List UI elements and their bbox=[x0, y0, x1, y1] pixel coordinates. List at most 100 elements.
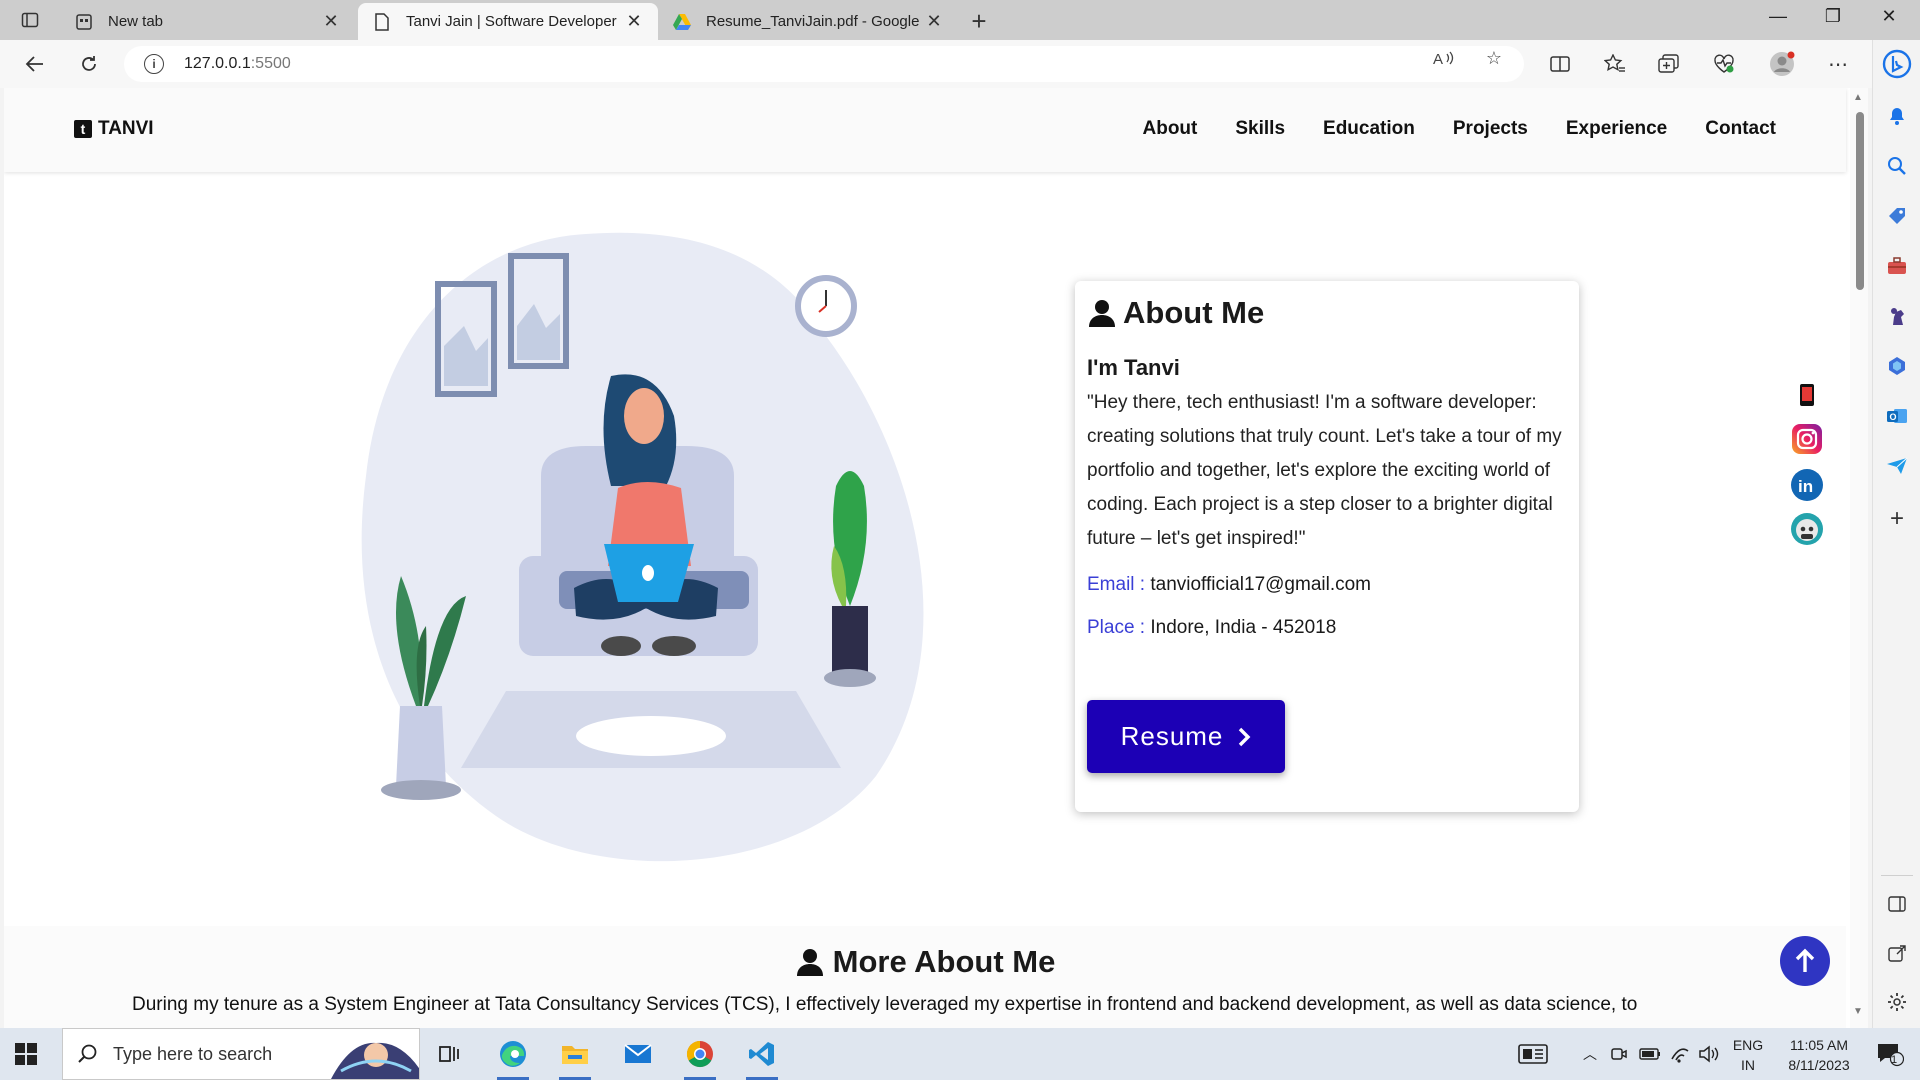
mobile-icon[interactable] bbox=[1790, 378, 1824, 412]
send-drop-icon[interactable] bbox=[1885, 454, 1909, 478]
settings-more-icon[interactable]: ⋯ bbox=[1823, 50, 1853, 78]
back-button[interactable] bbox=[20, 50, 50, 78]
more-about-text: During my tenure as a System Engineer at… bbox=[132, 994, 1638, 1015]
about-heading: About Me bbox=[1087, 295, 1567, 331]
games-icon[interactable] bbox=[1885, 304, 1909, 328]
tab-new-tab[interactable]: New tab ✕ bbox=[60, 3, 355, 40]
language-code: ENG bbox=[1732, 1037, 1764, 1053]
resume-button[interactable]: Resume bbox=[1087, 700, 1285, 773]
maximize-button[interactable]: ❐ bbox=[1810, 6, 1856, 27]
nav-link-about[interactable]: About bbox=[1143, 118, 1198, 140]
github-icon[interactable] bbox=[1790, 512, 1824, 546]
site-info-icon[interactable]: i bbox=[144, 54, 164, 74]
battery-icon[interactable] bbox=[1638, 1028, 1662, 1080]
resume-button-label: Resume bbox=[1120, 721, 1224, 751]
url-port: :5500 bbox=[250, 55, 291, 72]
windows-start-button[interactable] bbox=[14, 1042, 38, 1066]
site-header: t TANVI About Skills Education Projects … bbox=[4, 88, 1846, 172]
region-code: IN bbox=[1741, 1057, 1755, 1073]
close-icon[interactable]: ✕ bbox=[321, 11, 341, 32]
scroll-up-arrow-icon[interactable]: ▲ bbox=[1853, 92, 1863, 103]
page-scrollbar[interactable]: ▲ ▼ bbox=[1850, 88, 1868, 1028]
browser-essentials-icon[interactable] bbox=[1709, 50, 1739, 78]
instagram-icon[interactable] bbox=[1790, 422, 1824, 456]
about-me-card: About Me I'm Tanvi "Hey there, tech enth… bbox=[1075, 281, 1579, 812]
add-sidebar-item-icon[interactable]: + bbox=[1885, 505, 1909, 532]
bing-copilot-icon[interactable] bbox=[1881, 48, 1913, 80]
close-icon[interactable]: ✕ bbox=[924, 11, 944, 32]
scrollbar-thumb[interactable] bbox=[1856, 112, 1864, 290]
microsoft-365-icon[interactable] bbox=[1885, 354, 1909, 378]
favorites-icon[interactable] bbox=[1600, 50, 1630, 78]
wifi-icon[interactable] bbox=[1668, 1028, 1692, 1080]
tools-briefcase-icon[interactable] bbox=[1885, 254, 1909, 278]
close-icon[interactable]: ✕ bbox=[624, 11, 644, 32]
meet-now-icon[interactable] bbox=[1608, 1028, 1630, 1080]
shopping-tag-icon[interactable] bbox=[1885, 204, 1909, 228]
nav-link-skills[interactable]: Skills bbox=[1235, 118, 1285, 140]
browser-toolbar: i 127.0.0.1:5500 A ☆ ⋯ bbox=[0, 40, 1920, 88]
read-aloud-icon[interactable]: A bbox=[1430, 46, 1458, 70]
chrome-icon[interactable] bbox=[680, 1036, 720, 1080]
tab-actions-icon bbox=[21, 12, 39, 28]
outlook-icon[interactable]: O bbox=[1885, 404, 1909, 428]
search-highlight-image bbox=[331, 1031, 419, 1079]
tab-resume-pdf[interactable]: Resume_TanviJain.pdf - Google D ✕ bbox=[658, 3, 958, 40]
vscode-icon[interactable] bbox=[742, 1036, 782, 1080]
sidebar-divider bbox=[1881, 875, 1913, 876]
task-view-icon[interactable] bbox=[430, 1036, 470, 1072]
nav-link-contact[interactable]: Contact bbox=[1705, 118, 1776, 140]
tab-actions-button[interactable] bbox=[16, 8, 44, 32]
tab-portfolio[interactable]: Tanvi Jain | Software Developer ✕ bbox=[358, 3, 658, 40]
clock[interactable]: 11:05 AM 8/11/2023 bbox=[1774, 1035, 1864, 1075]
search-icon[interactable] bbox=[1885, 154, 1909, 178]
tab-title: Resume_TanviJain.pdf - Google D bbox=[706, 13, 924, 30]
language-indicator[interactable]: ENG IN bbox=[1726, 1035, 1770, 1075]
notification-center-button[interactable]: 1 bbox=[1870, 1028, 1910, 1080]
new-tab-button[interactable]: + bbox=[965, 6, 993, 37]
notification-count: 1 bbox=[1891, 1054, 1898, 1066]
more-about-section: More About Me During my tenure as a Syst… bbox=[4, 926, 1846, 1028]
about-heading-text: About Me bbox=[1123, 295, 1265, 330]
linkedin-icon[interactable]: in bbox=[1790, 468, 1824, 502]
address-bar[interactable]: i 127.0.0.1:5500 bbox=[124, 46, 1524, 82]
volume-icon[interactable] bbox=[1697, 1028, 1721, 1080]
news-widget-icon[interactable] bbox=[1516, 1028, 1550, 1080]
scroll-to-top-button[interactable] bbox=[1780, 936, 1830, 986]
taskbar-search-box[interactable]: Type here to search bbox=[62, 1028, 420, 1080]
nav-link-education[interactable]: Education bbox=[1323, 118, 1415, 140]
scroll-down-arrow-icon[interactable]: ▼ bbox=[1853, 1006, 1863, 1017]
file-explorer-icon[interactable] bbox=[555, 1036, 595, 1080]
place-row: Place : Indore, India - 452018 bbox=[1087, 617, 1567, 639]
collections-icon[interactable] bbox=[1654, 50, 1684, 78]
user-icon bbox=[796, 949, 823, 976]
chevron-up-icon[interactable]: ︿ bbox=[1580, 1028, 1600, 1080]
mail-icon[interactable] bbox=[618, 1036, 658, 1072]
svg-text:A: A bbox=[1433, 51, 1443, 67]
edge-browser-icon[interactable] bbox=[493, 1036, 533, 1080]
notifications-bell-icon[interactable] bbox=[1885, 104, 1909, 128]
message-icon bbox=[1878, 1044, 1904, 1067]
nav-link-experience[interactable]: Experience bbox=[1566, 118, 1667, 140]
windows-logo-icon bbox=[15, 1043, 37, 1065]
more-about-heading: More About Me bbox=[4, 944, 1846, 980]
clock-time: 11:05 AM bbox=[1789, 1037, 1849, 1053]
email-value[interactable]: tanviofficial17@gmail.com bbox=[1150, 574, 1371, 595]
nav-link-projects[interactable]: Projects bbox=[1453, 118, 1528, 140]
place-label: Place : bbox=[1087, 617, 1146, 638]
refresh-button[interactable] bbox=[74, 50, 104, 78]
close-window-button[interactable]: ✕ bbox=[1866, 6, 1912, 27]
about-greeting: I'm Tanvi bbox=[1087, 355, 1180, 380]
hide-sidebar-icon[interactable] bbox=[1885, 892, 1909, 916]
profile-avatar[interactable] bbox=[1767, 50, 1797, 78]
svg-text:in: in bbox=[1798, 477, 1813, 496]
favorite-star-icon[interactable]: ☆ bbox=[1480, 46, 1508, 70]
open-external-icon[interactable] bbox=[1885, 942, 1909, 966]
minimize-button[interactable]: — bbox=[1755, 6, 1801, 27]
google-drive-icon bbox=[672, 12, 692, 32]
site-logo[interactable]: t TANVI bbox=[74, 118, 154, 140]
split-screen-icon[interactable] bbox=[1545, 50, 1575, 78]
sidebar-settings-gear-icon[interactable] bbox=[1885, 990, 1909, 1014]
edge-sidebar: O + bbox=[1872, 40, 1920, 1028]
page-icon bbox=[372, 12, 392, 32]
